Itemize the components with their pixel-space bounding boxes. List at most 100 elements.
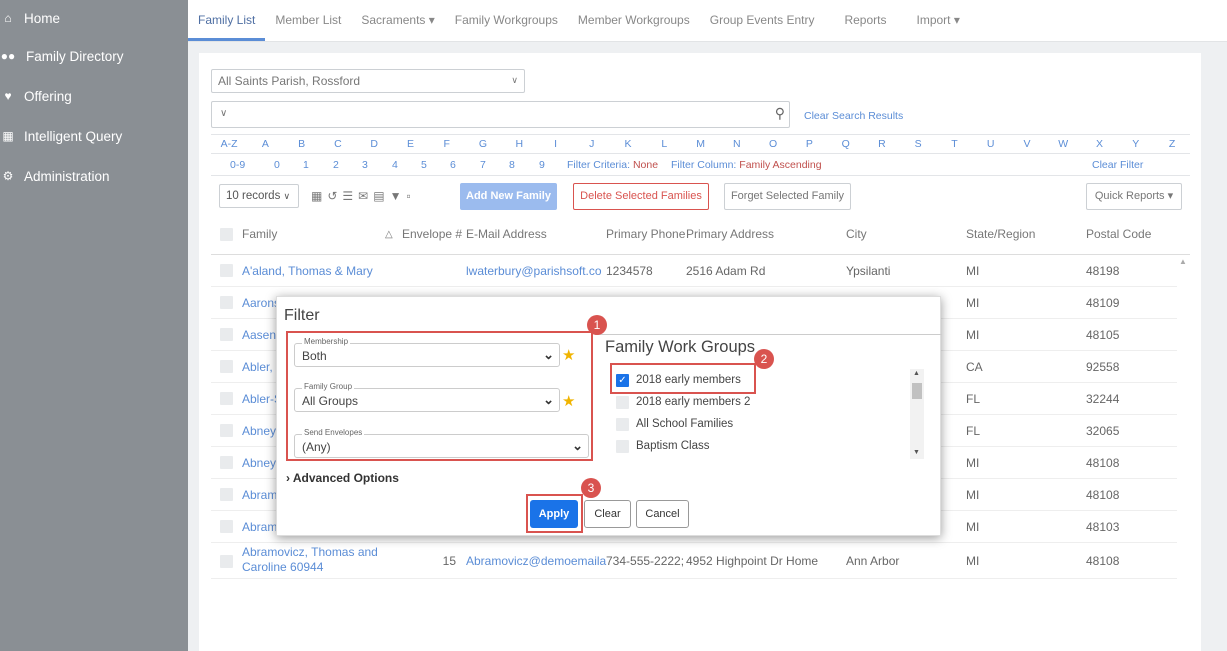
sidebar-item-administration[interactable]: ⚙ Administration	[0, 156, 188, 196]
alpha-filter-q[interactable]: Q	[828, 135, 864, 153]
number-filter[interactable]: 8	[509, 156, 515, 175]
alpha-filter-u[interactable]: U	[973, 135, 1009, 153]
table-row[interactable]: Abramovicz, Thomas and Caroline 60944 15 A…	[211, 543, 1177, 579]
alpha-filter-b[interactable]: B	[284, 135, 320, 153]
add-new-family-button[interactable]: Add New Family	[460, 183, 557, 210]
number-filter[interactable]: 7	[480, 156, 486, 175]
sort-asc-icon[interactable]: △	[385, 229, 393, 240]
alpha-filter-w[interactable]: W	[1045, 135, 1081, 153]
row-checkbox[interactable]	[220, 456, 233, 469]
alpha-filter-f[interactable]: F	[429, 135, 465, 153]
table-scrollbar[interactable]: ▲	[1177, 255, 1190, 645]
number-filter[interactable]: 9	[539, 156, 545, 175]
alpha-filter-p[interactable]: P	[791, 135, 827, 153]
clear-search-link[interactable]: Clear Search Results	[804, 110, 903, 122]
alpha-filter-x[interactable]: X	[1081, 135, 1117, 153]
table-icon[interactable]: ▦	[311, 189, 322, 203]
column-header-address[interactable]: Primary Address	[686, 227, 774, 241]
tab-member-list[interactable]: Member List	[265, 0, 351, 41]
column-header-envelope[interactable]: Envelope #	[402, 227, 462, 241]
clear-filter-link[interactable]: Clear Filter	[1092, 156, 1143, 175]
tab-reports[interactable]: Reports	[824, 0, 906, 41]
alpha-filter-m[interactable]: M	[682, 135, 718, 153]
family-name-link[interactable]: Abney	[242, 424, 276, 438]
alpha-filter-l[interactable]: L	[646, 135, 682, 153]
column-header-family[interactable]: Family	[242, 227, 277, 241]
tab-import[interactable]: Import ▾	[906, 0, 969, 41]
column-header-email[interactable]: E-Mail Address	[466, 227, 547, 241]
email-link[interactable]: Abramovicz@demoemaila	[466, 554, 606, 568]
family-name-link[interactable]: Abney	[242, 456, 276, 470]
tab-member-workgroups[interactable]: Member Workgroups	[568, 0, 700, 41]
sidebar-item-offering[interactable]: ♥ Offering	[0, 76, 188, 116]
search-icon[interactable]: ⚲	[775, 105, 785, 122]
alpha-filter-a[interactable]: A	[247, 135, 283, 153]
row-checkbox[interactable]	[220, 392, 233, 405]
search-input[interactable]: ∨ ⚲	[211, 101, 790, 128]
labels-icon[interactable]: ▤	[373, 189, 384, 203]
list-item[interactable]: All School Families	[616, 414, 733, 434]
tab-family-list[interactable]: Family List	[188, 0, 266, 41]
alpha-filter-h[interactable]: H	[501, 135, 537, 153]
filter-icon[interactable]: ▼	[390, 189, 402, 203]
forget-selected-family-button[interactable]: Forget Selected Family	[724, 183, 851, 210]
number-filter[interactable]: 0	[274, 156, 280, 175]
list-item[interactable]: 2018 early members 2	[616, 392, 750, 412]
row-checkbox[interactable]	[220, 424, 233, 437]
select-all-checkbox[interactable]	[220, 228, 233, 241]
column-header-postal[interactable]: Postal Code	[1086, 227, 1151, 241]
alpha-filter-z[interactable]: Z	[1154, 135, 1190, 153]
number-filter[interactable]: 5	[421, 156, 427, 175]
scroll-thumb[interactable]	[912, 383, 922, 399]
alpha-filter-e[interactable]: E	[392, 135, 428, 153]
tab-family-workgroups[interactable]: Family Workgroups	[445, 0, 568, 41]
row-checkbox[interactable]	[220, 264, 233, 277]
sidebar-item-family-directory[interactable]: ●● Family Directory	[0, 36, 188, 76]
alpha-filter-c[interactable]: C	[320, 135, 356, 153]
family-name-link[interactable]: Abram	[242, 488, 277, 502]
family-name-link[interactable]: Aarons	[242, 296, 280, 310]
undo-icon[interactable]: ↺	[327, 189, 337, 203]
column-header-state[interactable]: State/Region	[966, 227, 1035, 241]
alpha-filter-g[interactable]: G	[465, 135, 501, 153]
alpha-filter-n[interactable]: N	[719, 135, 755, 153]
alpha-filter-s[interactable]: S	[900, 135, 936, 153]
scroll-up-icon[interactable]: ▲	[1179, 257, 1187, 266]
alpha-filter-r[interactable]: R	[864, 135, 900, 153]
family-name-link[interactable]: Aasen	[242, 328, 276, 342]
alpha-filter-all[interactable]: A-Z	[211, 135, 247, 153]
alpha-filter-v[interactable]: V	[1009, 135, 1045, 153]
advanced-options-toggle[interactable]: › Advanced Options	[286, 471, 399, 485]
mail-icon[interactable]: ✉	[358, 189, 368, 203]
list-item[interactable]: Baptism Class	[616, 436, 710, 456]
family-name-link[interactable]: Abram	[242, 520, 277, 534]
sidebar-item-intelligent-query[interactable]: ▦ Intelligent Query	[0, 116, 188, 156]
tab-sacraments[interactable]: Sacraments ▾	[351, 0, 444, 41]
number-filter[interactable]: 4	[392, 156, 398, 175]
number-filter[interactable]: 0-9	[230, 156, 245, 175]
quick-reports-button[interactable]: Quick Reports ▾	[1086, 183, 1182, 210]
row-checkbox[interactable]	[220, 520, 233, 533]
alpha-filter-o[interactable]: O	[755, 135, 791, 153]
column-header-phone[interactable]: Primary Phone	[606, 227, 685, 241]
checkbox[interactable]	[616, 439, 629, 453]
chevron-down-icon[interactable]: ∨	[220, 108, 227, 119]
row-checkbox[interactable]	[220, 555, 233, 568]
row-checkbox[interactable]	[220, 296, 233, 309]
scroll-down-icon[interactable]: ▼	[913, 449, 920, 456]
row-checkbox[interactable]	[220, 488, 233, 501]
number-filter[interactable]: 2	[333, 156, 339, 175]
sidebar-item-home[interactable]: ⌂ Home	[0, 0, 188, 36]
alpha-filter-j[interactable]: J	[574, 135, 610, 153]
family-name-link[interactable]: Abler,	[242, 360, 273, 374]
records-select[interactable]: 10 records ∨	[219, 184, 299, 208]
family-name-link[interactable]: Abramovicz, Thomas and Caroline 60944	[242, 545, 382, 575]
alpha-filter-d[interactable]: D	[356, 135, 392, 153]
list-icon[interactable]: ☰	[342, 189, 353, 203]
delete-selected-families-button[interactable]: Delete Selected Families	[573, 183, 709, 210]
number-filter[interactable]: 1	[303, 156, 309, 175]
tab-group-events-entry[interactable]: Group Events Entry	[700, 0, 825, 41]
checkbox[interactable]	[616, 395, 629, 409]
family-name-link[interactable]: A'aland, Thomas & Mary	[242, 264, 373, 278]
alpha-filter-k[interactable]: K	[610, 135, 646, 153]
